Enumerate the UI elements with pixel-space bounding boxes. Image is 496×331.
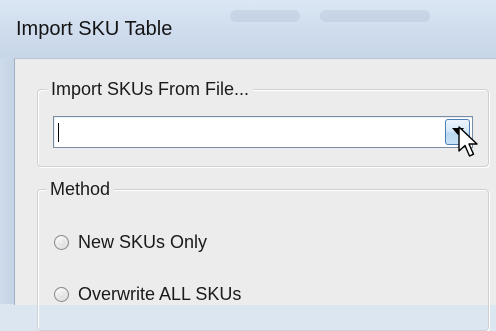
import-file-legend: Import SKUs From File...	[47, 78, 254, 100]
method-group: Method New SKUs Only Overwrite ALL SKUs	[37, 178, 489, 331]
radio-label-new-skus: New SKUs Only	[78, 232, 208, 252]
text-caret	[58, 123, 59, 142]
radio-label-overwrite-all: Overwrite ALL SKUs	[78, 284, 242, 304]
title-bar-decoration	[230, 10, 300, 22]
window-frame-left	[0, 58, 14, 304]
radio-option-overwrite-all[interactable]: Overwrite ALL SKUs	[54, 284, 241, 305]
mouse-pointer-icon	[458, 126, 478, 157]
file-combobox[interactable]	[53, 116, 473, 148]
radio-button-icon[interactable]	[54, 235, 69, 250]
radio-option-new-skus[interactable]: New SKUs Only	[54, 232, 207, 253]
title-bar: Import SKU Table	[0, 0, 496, 58]
import-dialog: Import SKUs From File... Method New SKUs…	[14, 58, 496, 331]
title-bar-decoration	[320, 10, 430, 22]
window-title: Import SKU Table	[16, 18, 173, 40]
method-legend: Method	[46, 178, 115, 200]
import-file-group: Import SKUs From File...	[37, 78, 489, 167]
radio-button-icon[interactable]	[54, 287, 69, 302]
